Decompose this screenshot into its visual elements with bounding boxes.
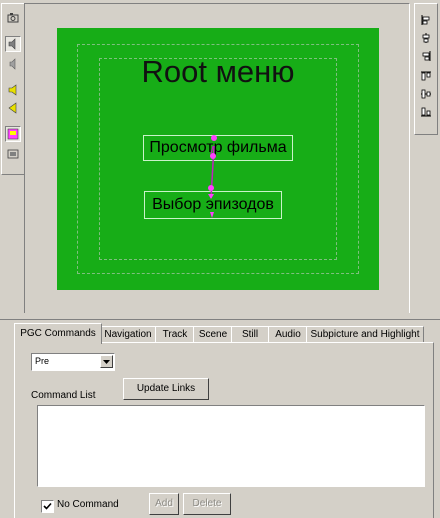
tab-scene[interactable]: Scene xyxy=(193,326,233,343)
speaker-icon[interactable] xyxy=(5,36,21,52)
command-list-label: Command List xyxy=(31,390,96,401)
tab-audio[interactable]: Audio xyxy=(268,326,308,343)
pgc-commands-page: Pre Update Links Command List No Command… xyxy=(14,342,434,518)
no-command-label[interactable]: No Command xyxy=(57,499,119,510)
speaker-small-icon[interactable] xyxy=(5,56,21,72)
properties-panel: PGC Commands Navigation Track Scene Stil… xyxy=(0,320,440,518)
update-links-button[interactable]: Update Links xyxy=(123,378,209,400)
right-toolbar xyxy=(414,3,438,135)
delete-button[interactable]: Delete xyxy=(183,493,231,515)
command-type-value: Pre xyxy=(35,356,50,366)
splitter[interactable] xyxy=(0,313,440,320)
command-type-select[interactable]: Pre xyxy=(31,353,115,371)
highlight-button-icon[interactable] xyxy=(5,126,21,142)
menu-preview-area: Root меню Просмотр фильма Выбор эпизодов xyxy=(24,3,410,315)
tab-navigation[interactable]: Navigation xyxy=(99,326,157,343)
chevron-down-icon[interactable] xyxy=(100,355,113,368)
yellow-speaker-icon[interactable] xyxy=(5,82,21,98)
no-command-checkbox[interactable] xyxy=(41,500,54,513)
yellow-arrow-left-icon[interactable] xyxy=(5,100,21,116)
menu-canvas[interactable]: Root меню Просмотр фильма Выбор эпизодов xyxy=(57,28,379,290)
align-center-icon[interactable] xyxy=(418,30,434,46)
tab-pgc-commands[interactable]: PGC Commands xyxy=(14,323,102,344)
button-navigation-links xyxy=(208,135,217,218)
align-left-icon[interactable] xyxy=(418,12,434,28)
camera-icon[interactable] xyxy=(5,10,21,26)
align-middle-icon[interactable] xyxy=(418,86,434,102)
align-right-icon[interactable] xyxy=(418,48,434,64)
add-button[interactable]: Add xyxy=(149,493,179,515)
command-list[interactable] xyxy=(37,405,425,487)
layer-icon[interactable] xyxy=(5,146,21,162)
tab-still[interactable]: Still xyxy=(231,326,269,343)
align-bottom-icon[interactable] xyxy=(418,104,434,120)
left-toolbar xyxy=(1,3,25,175)
tab-track[interactable]: Track xyxy=(155,326,195,343)
align-top-icon[interactable] xyxy=(418,68,434,84)
tab-subpicture-highlight[interactable]: Subpicture and Highlight xyxy=(306,326,424,343)
